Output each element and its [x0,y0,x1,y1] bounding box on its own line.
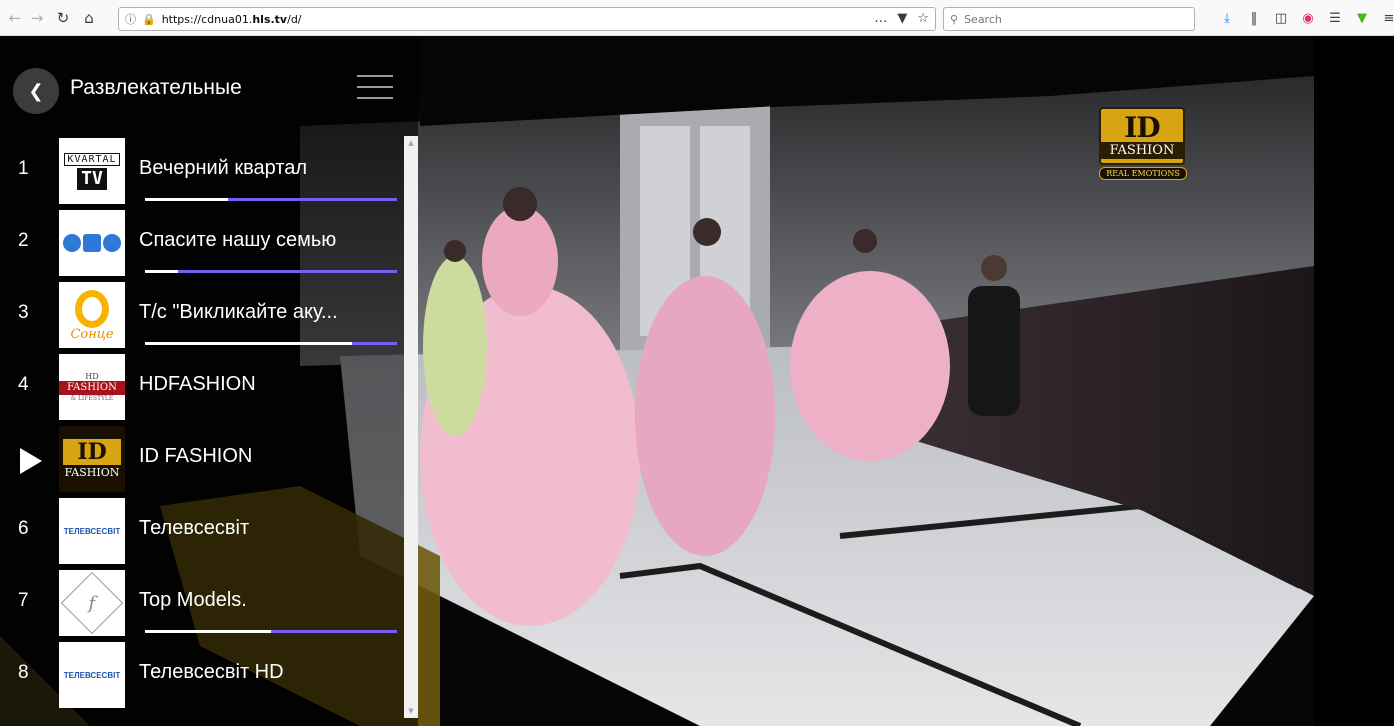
televsesvit-hd-logo: ТЕЛЕВСЕСВІТ [59,642,125,708]
id-fashion-logo: ID FASHION [59,426,125,492]
now-playing-icon [20,448,42,474]
ictv-logo [59,210,125,276]
channel-name: ID FASHION [139,445,253,467]
back-button[interactable]: ❮ [13,68,59,114]
menu-icon[interactable]: ≡ [1380,7,1394,29]
channel-number: 3 [18,302,29,323]
program-progress [145,270,397,273]
page-actions-icon[interactable]: … [874,11,887,26]
logo-id-text: ID [1124,110,1160,144]
channel-list-scrollbar[interactable]: ▲ ▼ [404,136,418,718]
sonce-logo: Сонце [59,282,125,348]
channel-row[interactable]: 2 Спасите нашу семью [0,208,404,280]
channel-name: Телевсесвіт [139,517,250,539]
scroll-down-icon[interactable]: ▼ [404,704,418,718]
category-title: Развлекательные [70,76,242,99]
lock-icon: 🔒 [142,12,156,26]
extension-instagram-icon[interactable]: ◉ [1299,7,1317,29]
library-icon[interactable]: ‖ [1245,7,1263,29]
channel-list: 1 KVARTAL TV Вечерний квартал 2 Спасите … [0,136,404,718]
pocket-icon[interactable]: ▼ [897,11,907,26]
chevron-left-icon: ❮ [28,80,44,102]
channel-number: 7 [18,590,29,611]
back-icon[interactable]: ← [4,7,26,29]
logo-fashion-text: FASHION [1101,141,1183,159]
hamburger-menu-icon[interactable] [357,75,393,101]
bookmark-star-icon[interactable]: ☆ [917,11,929,26]
info-icon[interactable]: ⓘ [125,11,136,27]
channel-name: Т/с "Викликайте аку... [139,301,338,323]
channel-row[interactable]: 4 HD FASHION & LIFESTYLE HDFASHION [0,352,404,424]
channel-number: 8 [18,662,29,683]
extension-icon[interactable]: ☰ [1326,7,1344,29]
channel-name: HDFASHION [139,373,256,395]
channel-number: 2 [18,230,29,251]
extension-download-icon[interactable]: ▼ [1353,7,1371,29]
channel-number: 4 [18,374,29,395]
scroll-up-icon[interactable]: ▲ [404,136,418,150]
channel-name: Top Models. [139,589,247,611]
channel-name: Вечерний квартал [139,157,308,179]
channel-row[interactable]: 7 f Top Models. [0,568,404,640]
televsesvit-logo: ТЕЛЕВСЕСВІТ [59,498,125,564]
search-icon: ⚲ [950,12,959,26]
reload-icon[interactable]: ↻ [52,7,74,29]
browser-toolbar: ← → ↻ ⌂ ⓘ 🔒 https://cdnua01.hls.tv/d/ … … [0,0,1394,36]
channel-logo-overlay: ID FASHION REAL EMOTIONS [1099,107,1189,182]
channel-row[interactable]: 1 KVARTAL TV Вечерний квартал [0,136,404,208]
logo-tagline: REAL EMOTIONS [1099,167,1187,180]
channel-row[interactable]: 8 ТЕЛЕВСЕСВІТ Телевсесвіт HD [0,640,404,712]
program-progress [145,198,397,201]
channel-row-active[interactable]: ID FASHION ID FASHION [0,424,404,496]
channel-name: Спасите нашу семью [139,229,337,251]
program-progress [145,630,397,633]
forward-icon[interactable]: → [26,7,48,29]
url-text[interactable]: https://cdnua01.hls.tv/d/ [162,13,302,26]
kvartal-tv-logo: KVARTAL TV [59,138,125,204]
home-icon[interactable]: ⌂ [78,7,100,29]
search-bar[interactable]: ⚲ [943,7,1195,31]
channel-row[interactable]: 6 ТЕЛЕВСЕСВІТ Телевсесвіт [0,496,404,568]
sidebar-toggle-icon[interactable]: ◫ [1272,7,1290,29]
program-progress [145,342,397,345]
download-icon[interactable]: ⤓ [1218,7,1236,29]
channel-sidebar: ❮ Развлекательные 1 KVARTAL TV Вечерний … [0,36,418,726]
channel-name: Телевсесвіт HD [139,661,284,683]
address-bar[interactable]: ⓘ 🔒 https://cdnua01.hls.tv/d/ … ▼ ☆ [118,7,936,31]
channel-number: 6 [18,518,29,539]
channel-number: 1 [18,158,29,179]
channel-row[interactable]: 3 Сонце Т/с "Викликайте аку... [0,280,404,352]
sidebar-header: ❮ Развлекательные [0,36,418,136]
search-input[interactable] [964,12,1185,26]
hdfashion-logo: HD FASHION & LIFESTYLE [59,354,125,420]
fashion-tv-logo: f [59,570,125,636]
